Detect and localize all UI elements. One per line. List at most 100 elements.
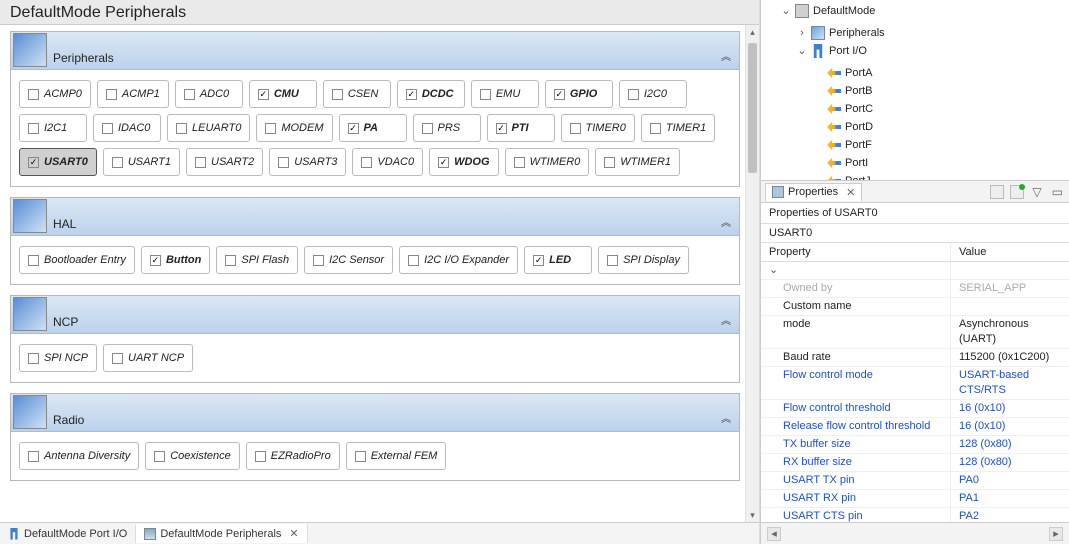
checkbox[interactable] [406,89,417,100]
item-wtimer1[interactable]: WTIMER1 [595,148,680,176]
item-modem[interactable]: MODEM [256,114,332,142]
checkbox[interactable] [176,123,187,134]
checkbox[interactable] [28,353,39,364]
item-dcdc[interactable]: DCDC [397,80,465,108]
checkbox[interactable] [332,89,343,100]
tree-label[interactable]: PortJ [845,172,871,180]
collapse-icon[interactable]: ︽ [721,48,731,63]
prop-value[interactable]: 128 (0x80) [951,436,1069,453]
tree-label[interactable]: Port I/O [829,42,867,60]
tree-label[interactable]: PortI [845,154,868,172]
checkbox[interactable] [106,89,117,100]
item-i2c-i/o-expander[interactable]: I2C I/O Expander [399,246,518,274]
item-timer1[interactable]: TIMER1 [641,114,715,142]
checkbox[interactable] [28,451,39,462]
prop-usart-cts-pin[interactable]: USART CTS pinPA2 [761,508,1069,522]
checkbox[interactable] [255,451,266,462]
prop-rx-buffer-size[interactable]: RX buffer size128 (0x80) [761,454,1069,472]
checkbox[interactable] [112,353,123,364]
checkbox[interactable] [313,255,324,266]
prop-value[interactable]: PA2 [951,508,1069,522]
checkbox[interactable] [355,451,366,462]
checkbox[interactable] [278,157,289,168]
tree-label[interactable]: PortD [845,118,873,136]
tab-defaultmode-peripherals[interactable]: DefaultMode Peripherals✕ [136,524,307,543]
checkbox[interactable] [258,89,269,100]
checkbox[interactable] [422,123,433,134]
item-vdac0[interactable]: VDAC0 [352,148,423,176]
new-view-button[interactable] [1010,185,1024,199]
item-acmp0[interactable]: ACMP0 [19,80,91,108]
prop-flow-control-threshold[interactable]: Flow control threshold16 (0x10) [761,400,1069,418]
checkbox[interactable] [28,157,39,168]
prop-flow-control-mode[interactable]: Flow control modeUSART-based CTS/RTS [761,367,1069,400]
checkbox[interactable] [28,123,39,134]
checkbox[interactable] [533,255,544,266]
scroll-thumb[interactable] [748,43,757,173]
pin-button[interactable] [990,185,1004,199]
item-pti[interactable]: PTI [487,114,555,142]
item-gpio[interactable]: GPIO [545,80,613,108]
twisty-icon[interactable]: › [797,24,807,42]
checkbox[interactable] [628,89,639,100]
tree-label[interactable]: PortA [845,64,873,82]
scroll-down-icon[interactable]: ▾ [746,508,759,522]
checkbox[interactable] [604,157,615,168]
prop-mode[interactable]: modeAsynchronous (UART) [761,316,1069,349]
prop-usart-tx-pin[interactable]: USART TX pinPA0 [761,472,1069,490]
item-pa[interactable]: PA [339,114,407,142]
properties-group[interactable]: ⌄ [761,262,1069,280]
tree-label[interactable]: PortB [845,82,873,100]
item-emu[interactable]: EMU [471,80,539,108]
item-uart-ncp[interactable]: UART NCP [103,344,193,372]
checkbox[interactable] [195,157,206,168]
chevron-down-icon[interactable]: ⌄ [769,263,779,278]
prop-value[interactable]: Asynchronous (UART) [951,316,1069,348]
item-cmu[interactable]: CMU [249,80,317,108]
tab-properties[interactable]: Properties ✕ [765,183,862,201]
checkbox[interactable] [607,255,618,266]
close-icon[interactable]: ✕ [846,186,855,199]
item-ezradiopro[interactable]: EZRadioPro [246,442,340,470]
tree-label[interactable]: DefaultMode [813,2,875,20]
prop-value[interactable]: PA1 [951,490,1069,507]
item-usart0[interactable]: USART0 [19,148,97,176]
item-spi-display[interactable]: SPI Display [598,246,689,274]
prop-owned-by[interactable]: Owned bySERIAL_APP [761,280,1069,298]
prop-value[interactable]: 115200 (0x1C200) [951,349,1069,366]
checkbox[interactable] [112,157,123,168]
checkbox[interactable] [361,157,372,168]
prop-baud-rate[interactable]: Baud rate115200 (0x1C200) [761,349,1069,367]
item-bootloader-entry[interactable]: Bootloader Entry [19,246,135,274]
section-header[interactable]: HAL︽ [11,198,739,236]
item-wdog[interactable]: WDOG [429,148,498,176]
checkbox[interactable] [570,123,581,134]
prop-value[interactable]: 16 (0x10) [951,418,1069,435]
prop-value[interactable]: SERIAL_APP [951,280,1069,297]
checkbox[interactable] [154,451,165,462]
checkbox[interactable] [265,123,276,134]
item-led[interactable]: LED [524,246,592,274]
checkbox[interactable] [102,123,113,134]
checkbox[interactable] [496,123,507,134]
item-prs[interactable]: PRS [413,114,481,142]
item-usart2[interactable]: USART2 [186,148,263,176]
item-i2c0[interactable]: I2C0 [619,80,687,108]
item-idac0[interactable]: IDAC0 [93,114,161,142]
prop-value[interactable]: 128 (0x80) [951,454,1069,471]
item-button[interactable]: Button [141,246,210,274]
item-i2c1[interactable]: I2C1 [19,114,87,142]
prop-release-flow-control-threshold[interactable]: Release flow control threshold16 (0x10) [761,418,1069,436]
prop-tx-buffer-size[interactable]: TX buffer size128 (0x80) [761,436,1069,454]
item-wtimer0[interactable]: WTIMER0 [505,148,590,176]
collapse-icon[interactable]: ︽ [721,312,731,327]
item-acmp1[interactable]: ACMP1 [97,80,169,108]
main-scrollbar[interactable]: ▴ ▾ [745,25,759,522]
maximize-icon[interactable]: ▭ [1050,185,1065,199]
twisty-icon[interactable]: ⌄ [797,42,807,60]
checkbox[interactable] [150,255,161,266]
item-timer0[interactable]: TIMER0 [561,114,635,142]
minimize-icon[interactable]: ▽ [1030,185,1043,199]
properties-subtab[interactable]: USART0 [761,223,1069,243]
item-spi-ncp[interactable]: SPI NCP [19,344,97,372]
